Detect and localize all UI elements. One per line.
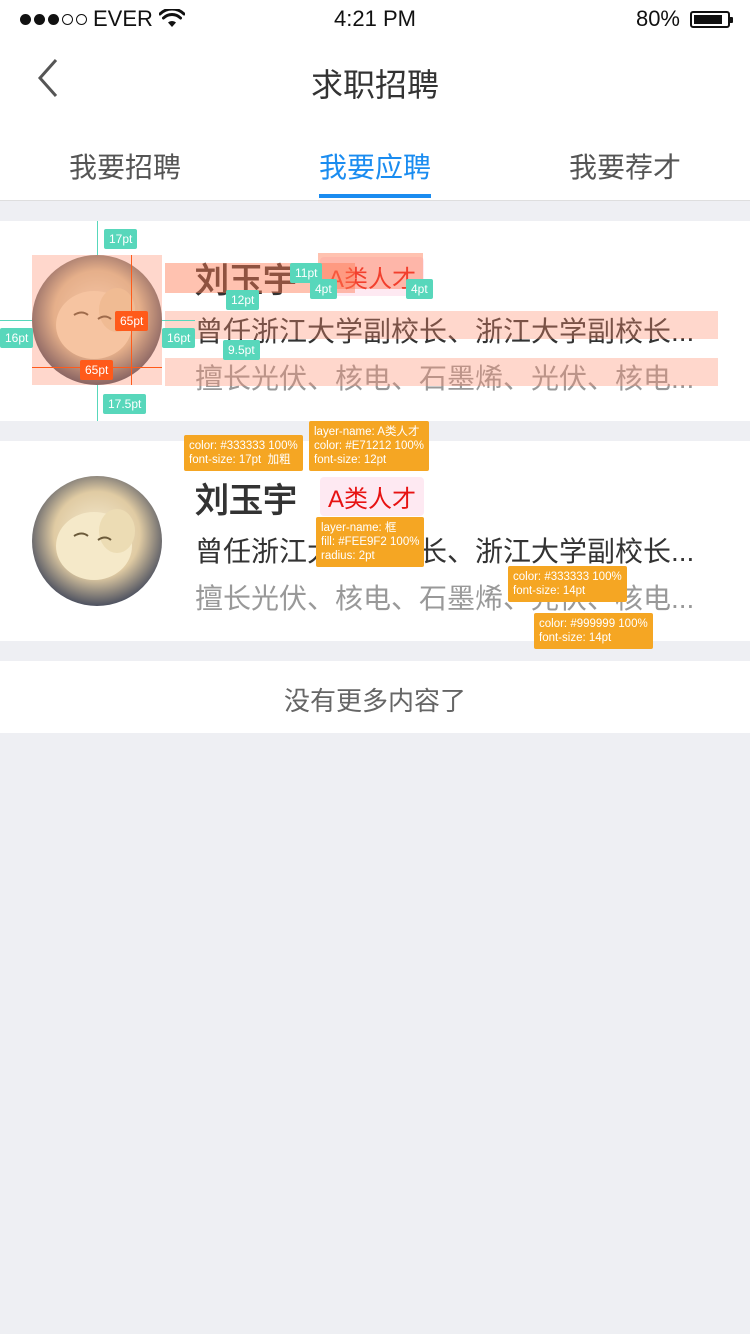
measure-line xyxy=(97,221,98,255)
list-end: 没有更多内容了 xyxy=(0,661,750,733)
avatar xyxy=(32,476,162,606)
annotation-tooltip: color: #999999 100% font-size: 14pt xyxy=(534,613,653,649)
measure-label: 16pt xyxy=(0,328,34,348)
tab-recommend[interactable]: 我要荐才 xyxy=(500,146,750,186)
measure-label: 17pt xyxy=(104,229,138,249)
candidate-name: 刘玉宇 xyxy=(195,482,297,520)
battery-icon xyxy=(690,10,733,28)
tab-active-indicator xyxy=(319,194,431,198)
tab-bar: 我要招聘 我要应聘 我要荐才 xyxy=(0,130,750,201)
candidate-card[interactable]: 刘玉宇 A类人才 曾任浙江大学副校长、浙江大学副校长... 擅长光伏、核电、石墨… xyxy=(0,221,750,421)
measure-label: 4pt xyxy=(310,279,337,299)
status-bar: EVER 4:21 PM 80% xyxy=(0,0,750,40)
measure-label: 65pt xyxy=(80,360,114,380)
talent-tag: A类人才 xyxy=(320,477,425,516)
measure-label: 12pt xyxy=(226,290,260,310)
candidate-experience: 曾任浙江大学副校长、浙江大学副校长... xyxy=(195,536,695,567)
measure-line xyxy=(97,385,98,421)
line2-highlight xyxy=(165,358,718,386)
measure-line xyxy=(162,320,195,321)
page-title: 求职招聘 xyxy=(310,67,439,103)
battery-status: 80% xyxy=(635,6,733,32)
no-more-content-text: 没有更多内容了 xyxy=(283,686,466,716)
annotation-tooltip: layer-name: A类人才 color: #E71212 100% fon… xyxy=(309,421,429,471)
battery-percent: 80% xyxy=(635,6,680,31)
measure-label: 9.5pt xyxy=(223,340,260,360)
measure-label: 16pt xyxy=(162,328,196,348)
measure-label: 4pt xyxy=(406,279,433,299)
measure-line xyxy=(0,320,32,321)
annotation-tooltip: color: #333333 100% font-size: 14pt xyxy=(508,566,627,602)
tab-recruit[interactable]: 我要招聘 xyxy=(0,146,250,186)
nav-bar: 求职招聘 xyxy=(0,40,750,130)
annotation-tooltip: color: #333333 100% font-size: 17pt 加粗 xyxy=(184,435,303,471)
measure-label: 65pt xyxy=(115,311,149,331)
tab-apply[interactable]: 我要应聘 xyxy=(250,146,500,186)
cat-photo-icon xyxy=(32,476,162,606)
annotation-tooltip: layer-name: 框 fill: #FEE9F2 100% radius:… xyxy=(316,517,425,567)
line1-highlight xyxy=(165,311,718,339)
measure-label: 17.5pt xyxy=(103,394,147,414)
